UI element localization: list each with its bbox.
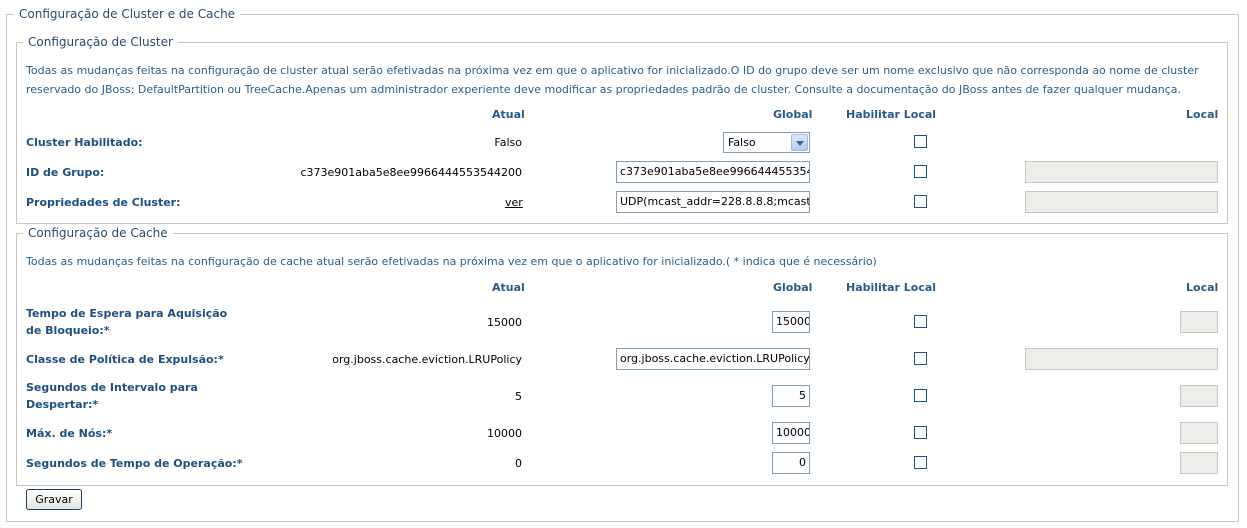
lock-timeout-local-checkbox[interactable] — [914, 315, 927, 328]
cluster-header-local: Local — [1186, 108, 1219, 121]
eviction-policy-current: org.jboss.cache.eviction.LRUPolicy — [332, 353, 522, 366]
time-to-live-local-checkbox[interactable] — [914, 456, 927, 469]
time-to-live-current: 0 — [515, 457, 522, 470]
max-nodes-global-input[interactable]: 10000 — [772, 422, 810, 444]
wakeup-interval-label: Segundos de Intervalo para Despertar:* — [26, 381, 198, 411]
time-to-live-local-input[interactable] — [1180, 452, 1218, 474]
cluster-description: Todas as mudanças feitas na configuração… — [26, 64, 1199, 96]
lock-timeout-current: 15000 — [487, 316, 522, 329]
group-id-global-input[interactable]: c373e901aba5e8ee9966444553544200 — [616, 161, 810, 183]
cluster-properties-label: Propriedades de Cluster: — [26, 196, 181, 209]
cluster-header-global: Global — [773, 108, 813, 121]
group-id-local-checkbox[interactable] — [914, 165, 927, 178]
cluster-enabled-label: Cluster Habilitado: — [26, 136, 143, 149]
group-id-local-input[interactable] — [1025, 161, 1218, 183]
lock-timeout-label: Tempo de Espera para Aquisição de Bloque… — [26, 307, 228, 337]
cluster-properties-global-input[interactable]: UDP(mcast_addr=228.8.8.8;mcast_port=4556… — [616, 191, 810, 213]
cluster-enabled-local-checkbox[interactable] — [914, 135, 927, 148]
cluster-enabled-select-value: Falso — [728, 136, 756, 149]
save-button[interactable]: Gravar — [26, 489, 82, 510]
eviction-policy-label: Classe de Política de Expulsão:* — [26, 353, 224, 366]
wakeup-interval-local-checkbox[interactable] — [914, 389, 927, 402]
max-nodes-local-checkbox[interactable] — [914, 426, 927, 439]
lock-timeout-local-input[interactable] — [1180, 311, 1218, 333]
wakeup-interval-global-input[interactable]: 5 — [772, 385, 810, 407]
cache-legend: Configuração de Cache — [23, 226, 173, 240]
cluster-properties-local-input[interactable] — [1025, 191, 1218, 213]
cluster-enabled-current: Falso — [494, 136, 522, 149]
group-id-current: c373e901aba5e8ee9966444553544200 — [300, 166, 522, 179]
cluster-header-atual: Atual — [492, 108, 525, 121]
time-to-live-label: Segundos de Tempo de Operação:* — [26, 457, 243, 470]
cluster-legend: Configuração de Cluster — [23, 35, 178, 49]
cache-header-global: Global — [773, 281, 813, 294]
wakeup-interval-current: 5 — [515, 390, 522, 403]
cluster-properties-local-checkbox[interactable] — [914, 195, 927, 208]
wakeup-interval-local-input[interactable] — [1180, 385, 1218, 407]
cluster-header-habilitar-local: Habilitar Local — [846, 108, 937, 121]
cache-description: Todas as mudanças feitas na configuração… — [26, 255, 877, 268]
max-nodes-local-input[interactable] — [1180, 422, 1218, 444]
eviction-policy-local-input[interactable] — [1025, 348, 1218, 370]
max-nodes-label: Máx. de Nós:* — [26, 427, 113, 440]
eviction-policy-global-input[interactable]: org.jboss.cache.eviction.LRUPolicy — [616, 348, 810, 370]
max-nodes-current: 10000 — [487, 427, 522, 440]
time-to-live-global-input[interactable]: 0 — [772, 452, 810, 474]
chevron-down-icon[interactable] — [791, 134, 808, 151]
group-id-label: ID de Grupo: — [26, 166, 105, 179]
lock-timeout-global-input[interactable]: 15000 — [772, 311, 810, 333]
cluster-enabled-select[interactable]: Falso — [723, 132, 810, 153]
cluster-cache-legend: Configuração de Cluster e de Cache — [14, 7, 241, 21]
cache-header-atual: Atual — [492, 281, 525, 294]
cache-header-habilitar-local: Habilitar Local — [846, 281, 937, 294]
cache-header-local: Local — [1186, 281, 1219, 294]
cluster-properties-view-link[interactable]: ver — [505, 196, 523, 209]
eviction-policy-local-checkbox[interactable] — [914, 352, 927, 365]
